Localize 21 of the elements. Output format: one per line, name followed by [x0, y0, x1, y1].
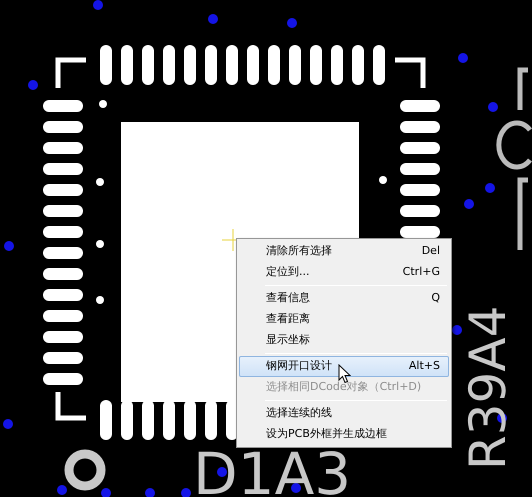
menu-item-label: 查看距离 — [266, 311, 310, 328]
menu-item-label: 选择连续的线 — [266, 405, 332, 422]
menu-item[interactable]: 定位到... Ctrl+G — [239, 262, 449, 283]
menu-item[interactable]: 钢网开口设计 Alt+S — [239, 356, 449, 377]
shortcut-label: Ctrl+G — [402, 264, 440, 280]
silkscreen-label: R39A4 — [459, 306, 517, 470]
menu-item[interactable]: 查看信息 Q — [239, 288, 449, 309]
menu-item[interactable]: 选择连续的线 — [239, 403, 449, 424]
shortcut-label: Del — [422, 243, 440, 260]
menu-item-label: 显示坐标 — [266, 332, 310, 348]
menu-item-label: 清除所有选择 — [266, 243, 332, 260]
shortcut-label: Q — [431, 290, 440, 306]
menu-item-label: 定位到... — [266, 264, 310, 280]
menu-item-label: 设为PCB外框并生成边框 — [266, 426, 387, 442]
menu-item-label: 查看信息 — [266, 290, 310, 306]
menu-item[interactable]: 清除所有选择 Del — [239, 241, 449, 262]
menu-item[interactable]: 查看距离 — [239, 309, 449, 330]
menu-item[interactable]: 显示坐标 — [239, 330, 449, 351]
menu-item-label: 选择相同DCode对象（Ctrl+D) — [266, 379, 422, 396]
shortcut-label: Alt+S — [408, 358, 440, 374]
menu-item-label: 钢网开口设计 — [266, 358, 332, 374]
